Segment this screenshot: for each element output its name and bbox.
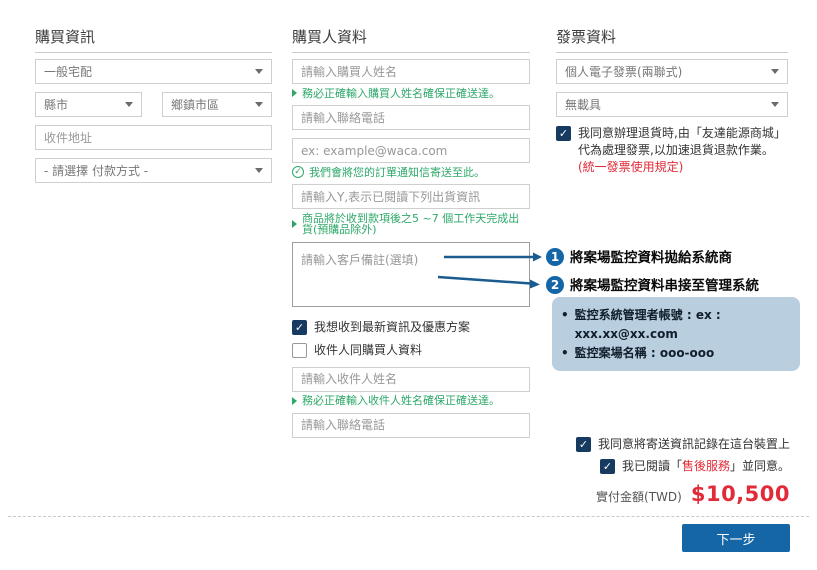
arrow-right-icon [530, 280, 540, 289]
next-step-button[interactable]: 下一步 [682, 524, 790, 552]
invoice-info-title: 發票資料 [556, 30, 788, 53]
chevron-down-icon [255, 168, 263, 173]
buyer-name-note: 務必正確輸入購買人姓名確保正確送達。 [292, 87, 530, 99]
triangle-bullet-icon [292, 220, 297, 228]
monitoring-note-box: • 監控系統管理者帳號 : ex : xxx.xx@xx.com • 監控案場名… [552, 297, 800, 371]
county-select[interactable]: 縣市 [35, 92, 142, 117]
bullet-icon: • [561, 344, 569, 363]
payment-method-select[interactable]: - 請選擇 付款方式 - [35, 158, 272, 183]
invoice-rules-link[interactable]: (統一發票使用規定) [578, 160, 683, 174]
same-as-buyer-checkbox[interactable]: 收件人同購買人資料 [292, 342, 530, 359]
buyer-info-title: 購買人資料 [292, 30, 530, 53]
purchase-info-section: 購買資訊 一般宅配 縣市 鄉鎮市區 - 請選擇 付款方式 - [35, 30, 272, 191]
annotation-arrows [430, 240, 565, 300]
after-sales-service-link[interactable]: 售後服務 [682, 459, 730, 473]
step-1-text: 將案場監控資料拋給系統商 [570, 249, 732, 267]
buyer-name-input[interactable] [292, 59, 530, 84]
bullet-icon: • [561, 306, 569, 344]
checkbox-checked-icon: ✓ [600, 459, 615, 474]
recipient-name-note: 務必正確輸入收件人姓名確保正確送達。 [292, 395, 530, 407]
region-select-row: 縣市 鄉鎮市區 [35, 92, 272, 117]
monitoring-note-line: • 監控系統管理者帳號 : ex : xxx.xx@xx.com [561, 306, 790, 344]
chevron-down-icon [771, 69, 779, 74]
chevron-down-icon [255, 69, 263, 74]
footer-divider [8, 516, 809, 517]
checkbox-checked-icon: ✓ [576, 437, 591, 452]
invoice-info-section: 發票資料 個人電子發票(兩聯式) 無載具 ✓ 我同意辦理退貨時,由「友達能源商城… [556, 30, 788, 182]
chevron-down-icon [255, 102, 263, 107]
buyer-info-section: 購買人資料 務必正確輸入購買人姓名確保正確送達。 ✓ 我們會將您的訂單通知信寄送… [292, 30, 530, 446]
newsletter-checkbox[interactable]: ✓ 我想收到最新資訊及優惠方案 [292, 319, 530, 336]
arrow-right-icon [533, 253, 542, 262]
chevron-down-icon [771, 102, 779, 107]
checkout-page: 購買資訊 一般宅配 縣市 鄉鎮市區 - 請選擇 付款方式 - 購買人資料 [0, 0, 817, 570]
triangle-bullet-icon [292, 397, 297, 405]
shipping-time-note: 商品將於收到款項後之5 ~7 個工作天完成出貨(預購品除外) [292, 212, 530, 236]
shipping-method-select[interactable]: 一般宅配 [35, 59, 272, 84]
step-1-badge: 1 [546, 248, 564, 266]
checkbox-unchecked-icon [292, 343, 307, 358]
buyer-email-input[interactable] [292, 138, 530, 163]
total-amount-row: 實付金額(TWD) $10,500 [596, 482, 790, 506]
step-2-badge: 2 [546, 276, 564, 294]
checkbox-checked-icon: ✓ [556, 126, 571, 141]
address-input[interactable] [35, 125, 272, 150]
recipient-name-input[interactable] [292, 367, 530, 392]
checkbox-checked-icon: ✓ [292, 320, 307, 335]
purchase-info-title: 購買資訊 [35, 30, 272, 53]
buyer-phone-input[interactable] [292, 105, 530, 130]
total-amount-value: $10,500 [691, 482, 790, 506]
invoice-agree-text: 我同意辦理退貨時,由「友達能源商城」代為處理發票,以加速退貨退款作業。 [578, 126, 786, 157]
chevron-down-icon [125, 102, 133, 107]
recipient-phone-input[interactable] [292, 413, 530, 438]
monitoring-note-line: • 監控案場名稱 : ooo-ooo [561, 344, 790, 363]
carrier-select[interactable]: 無載具 [556, 92, 788, 117]
device-record-checkbox[interactable]: ✓ 我同意將寄送資訊記錄在這台裝置上 [576, 437, 790, 452]
total-amount-label: 實付金額(TWD) [596, 488, 682, 505]
terms-agree-checkbox[interactable]: ✓ 我已閱讀「售後服務」並同意。 [600, 459, 790, 474]
email-note: ✓ 我們會將您的訂單通知信寄送至此。 [292, 166, 530, 178]
check-circle-icon: ✓ [292, 166, 304, 178]
district-select[interactable]: 鄉鎮市區 [162, 92, 272, 117]
step-2-text: 將案場監控資料串接至管理系統 [570, 277, 759, 295]
invoice-agree-checkbox[interactable]: ✓ 我同意辦理退貨時,由「友達能源商城」代為處理發票,以加速退貨退款作業。 (統… [556, 125, 788, 176]
triangle-bullet-icon [292, 89, 297, 97]
read-confirm-input[interactable] [292, 184, 530, 209]
invoice-type-select[interactable]: 個人電子發票(兩聯式) [556, 59, 788, 84]
